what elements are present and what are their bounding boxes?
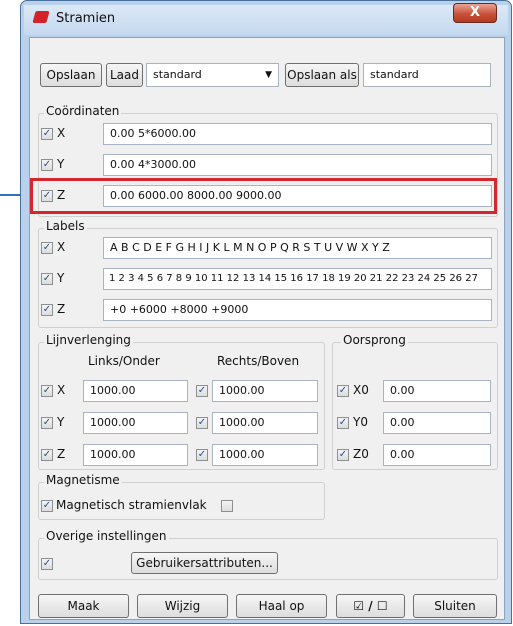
origin-z0-checkbox[interactable]: ✓ bbox=[337, 449, 349, 461]
window-title: Stramien bbox=[56, 11, 116, 26]
user-attributes-button[interactable]: Gebruikersattributen... bbox=[131, 552, 278, 574]
origin-x0-input[interactable]: 0.00 bbox=[383, 380, 491, 402]
label-x-checkbox[interactable]: ✓ bbox=[41, 242, 53, 254]
extension-y-checkbox[interactable]: ✓ bbox=[41, 417, 53, 429]
coord-y-input[interactable]: 0.00 4*3000.00 bbox=[103, 154, 492, 176]
magnetic-grid-checkbox[interactable]: ✓ bbox=[41, 500, 53, 512]
extension-y-right-checkbox[interactable]: ✓ bbox=[196, 417, 208, 429]
label-x-input[interactable]: A B C D E F G H I J K L M N O P Q R S T … bbox=[103, 237, 492, 259]
origin-y0-checkbox[interactable]: ✓ bbox=[337, 417, 349, 429]
extension-x-left-input[interactable]: 1000.00 bbox=[83, 380, 188, 402]
other-settings-group-title: Overige instellingen bbox=[44, 529, 169, 543]
make-button[interactable]: Maak bbox=[38, 594, 129, 618]
label-y-input[interactable]: 1 2 3 4 5 6 7 8 9 10 11 12 13 14 15 16 1… bbox=[103, 268, 492, 290]
extension-x-right-input[interactable]: 1000.00 bbox=[212, 380, 318, 402]
toggle-checks-button[interactable]: ☑ / ☐ bbox=[336, 594, 405, 618]
fetch-button[interactable]: Haal op bbox=[236, 594, 327, 618]
extension-z-label: Z bbox=[57, 447, 66, 461]
extension-z-checkbox[interactable]: ✓ bbox=[41, 449, 53, 461]
origin-y0-input[interactable]: 0.00 bbox=[383, 412, 491, 434]
origin-group-title: Oorsprong bbox=[341, 333, 408, 347]
coord-y-checkbox[interactable]: ✓ bbox=[41, 159, 53, 171]
origin-x0-label: X0 bbox=[353, 383, 369, 397]
label-z-checkbox[interactable]: ✓ bbox=[41, 304, 53, 316]
origin-x0-checkbox[interactable]: ✓ bbox=[337, 385, 349, 397]
extension-col-left-header: Links/Onder bbox=[88, 354, 160, 368]
origin-z0-input[interactable]: 0.00 bbox=[383, 444, 491, 466]
preset-select-value: standard bbox=[153, 68, 202, 81]
label-y-label: Y bbox=[57, 271, 65, 285]
extension-z-right-input[interactable]: 1000.00 bbox=[212, 444, 318, 466]
magnetism-group-title: Magnetisme bbox=[44, 473, 122, 487]
origin-y0-label: Y0 bbox=[353, 415, 368, 429]
extension-z-left-input[interactable]: 1000.00 bbox=[83, 444, 188, 466]
other-settings-checkbox[interactable]: ✓ bbox=[41, 558, 53, 570]
label-z-label: Z bbox=[57, 302, 66, 316]
extension-y-label: Y bbox=[57, 415, 65, 429]
save-as-button[interactable]: Opslaan als bbox=[285, 63, 359, 87]
extension-x-right-checkbox[interactable]: ✓ bbox=[196, 385, 208, 397]
extension-group-title: Lijnverlenging bbox=[44, 333, 133, 347]
extension-z-right-checkbox[interactable]: ✓ bbox=[196, 449, 208, 461]
save-as-name-input[interactable]: standard bbox=[363, 63, 491, 87]
coordinates-group-title: Coördinaten bbox=[44, 104, 122, 118]
label-z-input[interactable]: +0 +6000 +8000 +9000 bbox=[103, 299, 492, 321]
extension-x-label: X bbox=[57, 383, 66, 397]
magnetic-grid-label: Magnetisch stramienvlak bbox=[56, 498, 207, 512]
save-button[interactable]: Opslaan bbox=[40, 63, 102, 87]
coord-x-input[interactable]: 0.00 5*6000.00 bbox=[103, 123, 492, 145]
coord-x-checkbox[interactable]: ✓ bbox=[41, 128, 53, 140]
coord-x-label: X bbox=[57, 126, 66, 140]
close-window-button[interactable]: X bbox=[453, 3, 497, 23]
modify-button[interactable]: Wijzig bbox=[137, 594, 228, 618]
highlight-box bbox=[30, 178, 497, 214]
load-button[interactable]: Laad bbox=[106, 63, 143, 87]
preset-select[interactable]: standard ▼ bbox=[146, 63, 279, 87]
labels-group-title: Labels bbox=[44, 219, 87, 233]
callout-arrow-line bbox=[0, 194, 22, 196]
extension-y-right-input[interactable]: 1000.00 bbox=[212, 412, 318, 434]
origin-z0-label: Z0 bbox=[353, 447, 369, 461]
label-y-checkbox[interactable]: ✓ bbox=[41, 273, 53, 285]
magnetic-grid-extra-checkbox[interactable] bbox=[221, 500, 233, 512]
chevron-down-icon: ▼ bbox=[265, 70, 272, 80]
extension-y-left-input[interactable]: 1000.00 bbox=[83, 412, 188, 434]
extension-col-right-header: Rechts/Boven bbox=[217, 354, 300, 368]
coord-y-label: Y bbox=[57, 157, 65, 171]
label-x-label: X bbox=[57, 240, 66, 254]
close-button[interactable]: Sluiten bbox=[413, 594, 497, 618]
extension-x-checkbox[interactable]: ✓ bbox=[41, 385, 53, 397]
